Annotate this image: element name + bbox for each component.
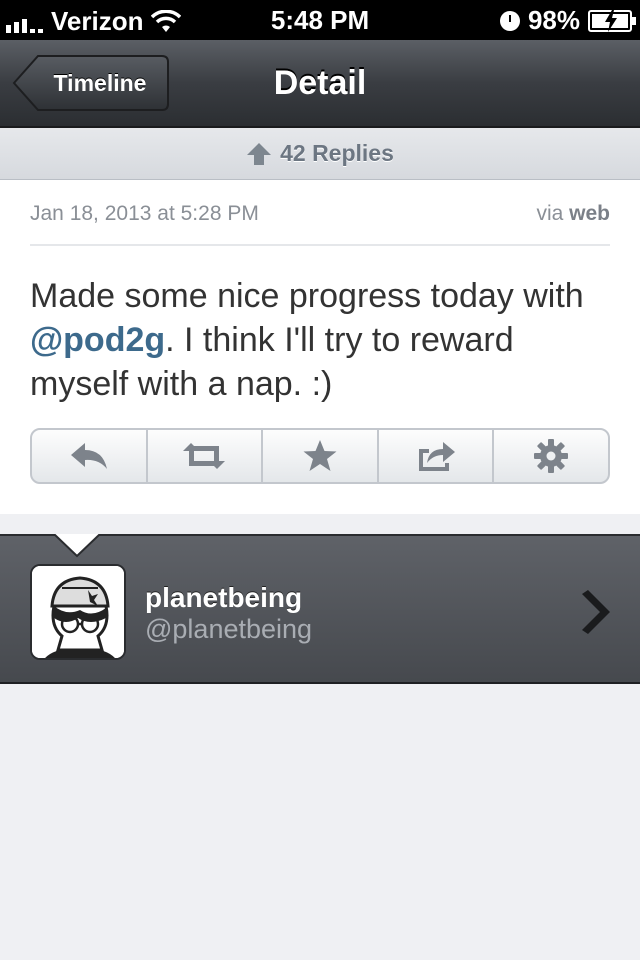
battery-charging-icon [588,9,636,32]
tweet-actions-bar [30,428,610,484]
avatar-illustration [32,566,124,658]
settings-button[interactable] [494,430,608,482]
reply-button[interactable] [32,430,148,482]
retweet-button[interactable] [148,430,264,482]
share-button[interactable] [379,430,495,482]
pointer-notch [54,534,100,558]
replies-bar[interactable]: 42 Replies [0,128,640,180]
retweet-icon [183,443,226,469]
user-display-name: planetbeing [145,582,303,613]
status-bar: Verizon 5:48 PM 98% [0,0,640,40]
battery-percent: 98% [527,5,580,35]
tweet-date: Jan 18, 2013 at 5:28 PM [30,202,259,225]
user-handle: @planetbeing [145,614,313,644]
star-icon [303,440,337,471]
mention-link[interactable]: @pod2g [30,321,165,359]
navigation-bar: Timeline Detail [0,40,640,128]
avatar [30,564,126,660]
reply-icon [70,443,107,469]
chevron-right-icon [582,590,610,634]
page-title: Detail [273,64,367,102]
user-profile-row[interactable]: planetbeing @planetbeing [0,534,640,684]
tweet-source-link[interactable]: web [569,202,610,225]
tweet-source: via web [536,202,610,225]
gear-icon [534,439,569,473]
arrow-up-icon [247,142,272,165]
alarm-clock-icon [499,10,520,31]
tweet-text: Made some nice progress today with @pod2… [30,277,584,403]
tweet-detail: Jan 18, 2013 at 5:28 PM via web Made som… [0,180,640,514]
tweet-meta: Jan 18, 2013 at 5:28 PM via web [30,202,610,246]
replies-count-label: 42 Replies [280,140,394,166]
share-icon [418,442,455,471]
favorite-button[interactable] [263,430,379,482]
